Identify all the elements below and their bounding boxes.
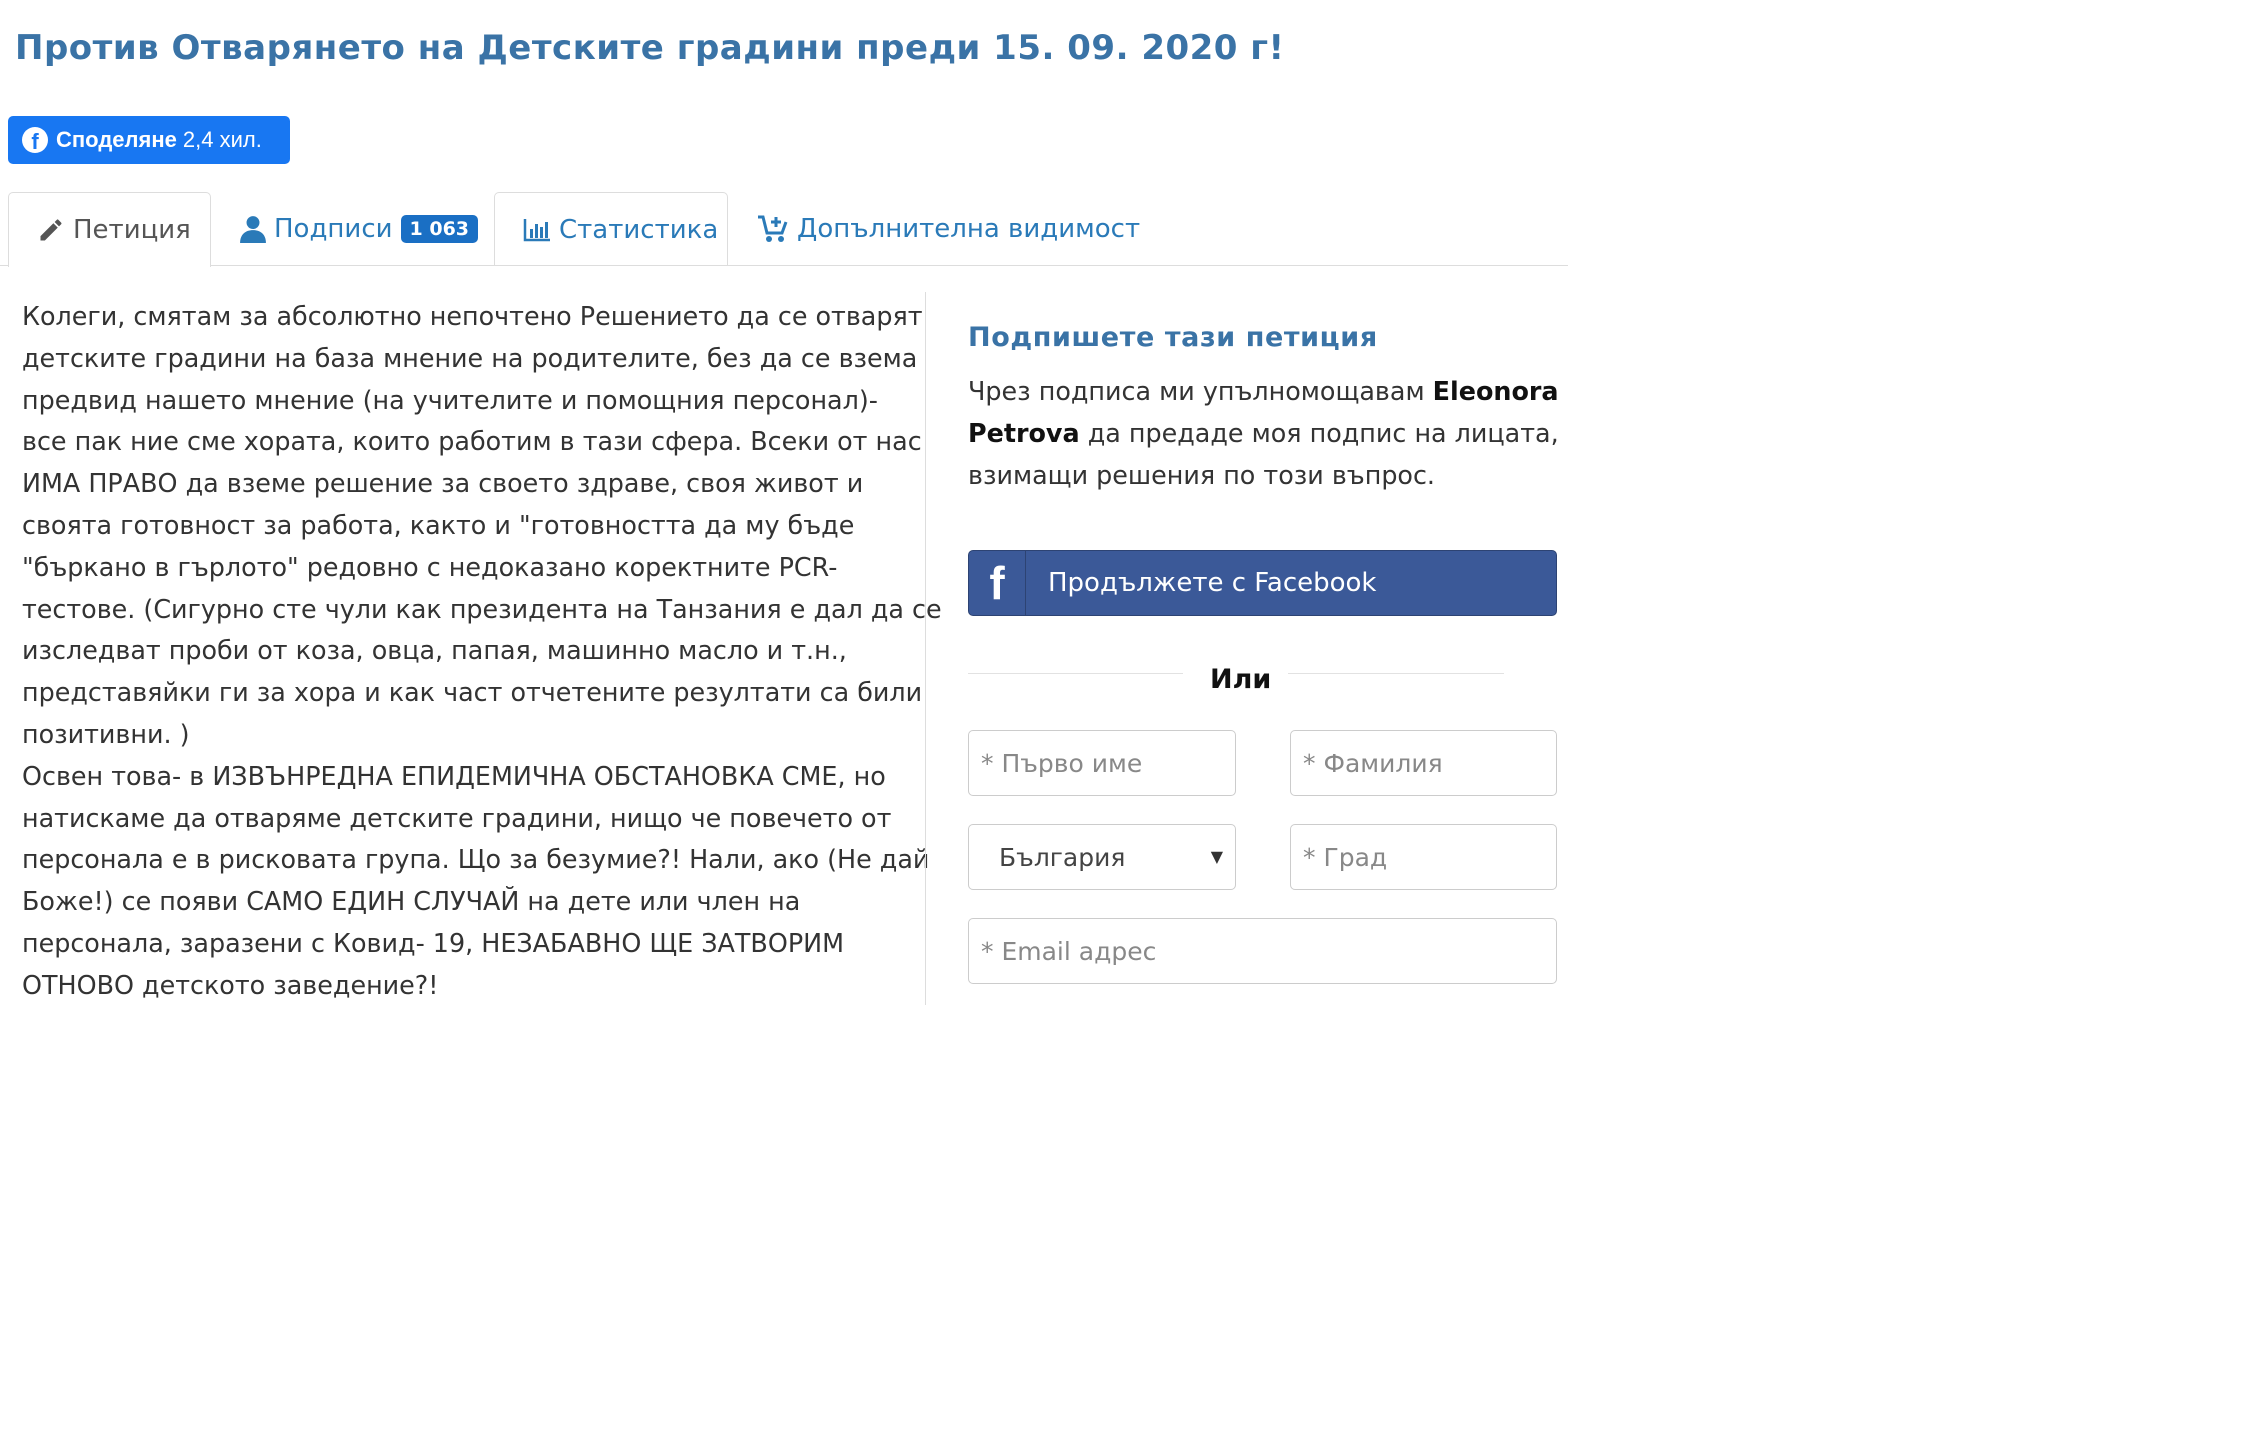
share-label: Споделяне xyxy=(56,127,177,152)
petition-line: ОТНОВО детското заведение?! xyxy=(22,969,439,1000)
country-value: България xyxy=(999,842,1126,872)
facebook-button-label: Продължете с Facebook xyxy=(1048,568,1377,598)
or-divider: Или xyxy=(968,660,1557,704)
signature-count-badge: 1 063 xyxy=(400,215,479,243)
tab-label: Петиция xyxy=(73,215,191,245)
tab-label: Допълнителна видимост xyxy=(797,214,1141,244)
city-field[interactable] xyxy=(1290,824,1557,890)
share-count: 2,4 хил. xyxy=(182,127,262,152)
pencil-icon xyxy=(37,216,65,244)
petition-line: Боже!) се появи САМО ЕДИН СЛУЧАЙ на дете… xyxy=(22,886,801,917)
petition-line: предвид нашето мнение (на учителите и по… xyxy=(22,384,878,415)
petition-line: представяйки ги за хора и как част отчет… xyxy=(22,677,923,708)
tab-statistics[interactable]: Статистика xyxy=(494,192,728,266)
sign-heading: Подпишете тази петиция xyxy=(968,322,1378,353)
author-name: Eleonora xyxy=(1432,376,1559,406)
petition-line: Освен това- в ИЗВЪНРЕДНА ЕПИДЕМИЧНА ОБСТ… xyxy=(22,760,886,791)
facebook-icon: f xyxy=(22,127,48,153)
tab-signatures[interactable]: Подписи 1 063 xyxy=(240,192,479,266)
sign-text-part: Чрез подписа ми упълномощавам xyxy=(968,376,1433,406)
tab-bar: Петиция Подписи 1 063 Статистика Допълни… xyxy=(0,192,1568,267)
sign-text-part: да предаде моя подпис на лицата, xyxy=(1079,418,1559,448)
divider-line xyxy=(968,673,1183,674)
tab-extra-visibility[interactable]: Допълнителна видимост xyxy=(757,192,1140,266)
email-field[interactable] xyxy=(968,918,1557,984)
petition-line: позитивни. ) xyxy=(22,718,190,749)
petition-line: персонала, заразени с Ковид- 19, НЕЗАБАВ… xyxy=(22,927,845,958)
facebook-icon: f xyxy=(969,551,1026,615)
petition-line: ИМА ПРАВО да вземе решение за своето здр… xyxy=(22,468,864,499)
sign-text-part: взимащи решения по този въпрос. xyxy=(968,460,1435,490)
petition-line: детските градини на база мнение на родит… xyxy=(22,342,918,373)
author-name: Petrova xyxy=(968,418,1080,448)
sign-description: Чрез подписа ми упълномощавам Eleonora P… xyxy=(968,370,1559,496)
tab-label: Подписи xyxy=(274,214,393,244)
user-icon xyxy=(240,215,266,243)
divider-line xyxy=(1288,673,1504,674)
facebook-share-button[interactable]: f Споделяне 2,4 хил. xyxy=(8,116,290,164)
or-label: Или xyxy=(1210,664,1272,695)
petition-line: Колеги, смятам за абсолютно непочтено Ре… xyxy=(22,301,923,331)
column-divider xyxy=(925,292,926,1005)
petition-line: все пак ние сме хората, които работим в … xyxy=(22,426,922,457)
bar-chart-icon xyxy=(523,218,551,242)
petition-line: персонала е в рисковата група. Що за без… xyxy=(22,844,930,875)
petition-line: своята готовност за работа, както и "гот… xyxy=(22,509,855,540)
petition-line: "бъркано в гърлото" редовно с недоказано… xyxy=(22,551,838,582)
first-name-field[interactable] xyxy=(968,730,1236,796)
tab-petition[interactable]: Петиция xyxy=(8,192,211,267)
petition-line: тестове. (Сигурно сте чули как президент… xyxy=(22,593,942,624)
petition-text: Колеги, смятам за абсолютно непочтено Ре… xyxy=(22,296,942,1007)
petition-line: натискаме да отваряме детските градини, … xyxy=(22,802,892,833)
page-title: Против Отварянето на Детските градини пр… xyxy=(15,28,1285,68)
tab-label: Статистика xyxy=(559,214,719,245)
chevron-down-icon: ▼ xyxy=(1210,847,1223,866)
cart-plus-icon xyxy=(757,214,789,244)
continue-with-facebook-button[interactable]: f Продължете с Facebook xyxy=(968,550,1557,616)
country-select[interactable]: България ▼ xyxy=(968,824,1236,890)
petition-line: изследват проби от коза, овца, папая, ма… xyxy=(22,635,847,666)
last-name-field[interactable] xyxy=(1290,730,1557,796)
